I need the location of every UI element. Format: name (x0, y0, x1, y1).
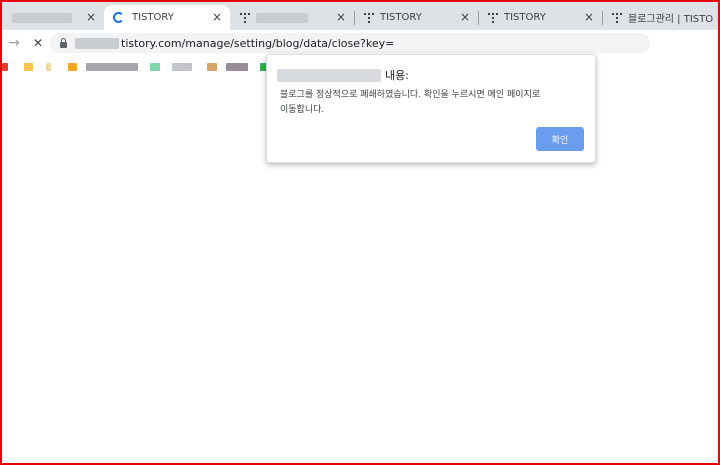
tistory-favicon-icon (240, 12, 250, 23)
blurred-url-subdomain (75, 37, 119, 49)
bookmark-item[interactable] (172, 63, 192, 71)
close-icon[interactable]: × (460, 10, 470, 24)
bookmark-item[interactable] (226, 63, 248, 71)
tistory-favicon-icon (612, 12, 622, 23)
tab-separator (478, 11, 479, 25)
close-icon[interactable]: × (336, 10, 346, 24)
close-icon[interactable]: × (86, 10, 96, 24)
bookmark-item[interactable] (68, 63, 77, 71)
dialog-title: 내용: (277, 67, 409, 83)
bookmark-item[interactable] (2, 63, 8, 71)
dialog-message: 블로그를 정상적으로 폐쇄하였습니다. 확인을 누르시면 메인 페이지로 이동합… (280, 90, 541, 115)
alert-dialog: 내용: 블로그를 정상적으로 폐쇄하였습니다. 확인을 누르시면 메인 페이지로… (266, 54, 596, 163)
tab-title: 블로그관리 | TISTO (628, 14, 714, 25)
back-arrow-icon[interactable]: → (2, 35, 26, 51)
tistory-favicon-icon (364, 12, 374, 23)
tab-blurred-2[interactable]: × (232, 5, 355, 30)
tab-title: TISTORY (504, 12, 546, 23)
bookmark-item[interactable] (46, 63, 51, 71)
tab-tistory-3[interactable]: TISTORY × (480, 5, 603, 30)
close-icon[interactable]: × (584, 10, 594, 24)
loading-spinner-icon (113, 12, 124, 23)
screenshot-frame: × TISTORY × × TISTORY × TISTORY × 블로그관리 … (0, 0, 720, 465)
url-text: tistory.com/manage/setting/blog/data/clo… (121, 36, 395, 50)
tab-separator (354, 11, 355, 25)
tab-title: TISTORY (380, 12, 422, 23)
tab-blurred-1[interactable]: × (6, 5, 104, 30)
blurred-tab-title (256, 12, 308, 23)
close-icon[interactable]: × (212, 10, 222, 24)
bookmark-item[interactable] (86, 63, 138, 71)
bookmark-item[interactable] (24, 63, 33, 71)
tab-title: TISTORY (132, 12, 174, 23)
tab-tistory-active[interactable]: TISTORY × (104, 5, 230, 30)
tab-tistory-2[interactable]: TISTORY × (356, 5, 479, 30)
lock-icon (60, 37, 67, 48)
tistory-favicon-icon (488, 12, 498, 23)
bookmark-item[interactable] (207, 63, 217, 71)
dialog-title-suffix: 내용: (385, 69, 409, 82)
blurred-site-name (277, 68, 381, 82)
tab-blog-manage[interactable]: 블로그관리 | TISTO (604, 5, 718, 30)
tab-separator (602, 11, 603, 25)
blurred-tab-title (12, 12, 72, 23)
browser-toolbar: → ✕ tistory.com/manage/setting/blog/data… (2, 30, 718, 56)
bookmark-item[interactable] (150, 63, 160, 71)
ok-button[interactable]: 확인 (536, 127, 584, 151)
address-bar[interactable]: tistory.com/manage/setting/blog/data/clo… (50, 33, 650, 53)
stop-icon[interactable]: ✕ (26, 36, 50, 50)
tab-strip: × TISTORY × × TISTORY × TISTORY × 블로그관리 … (2, 2, 718, 30)
